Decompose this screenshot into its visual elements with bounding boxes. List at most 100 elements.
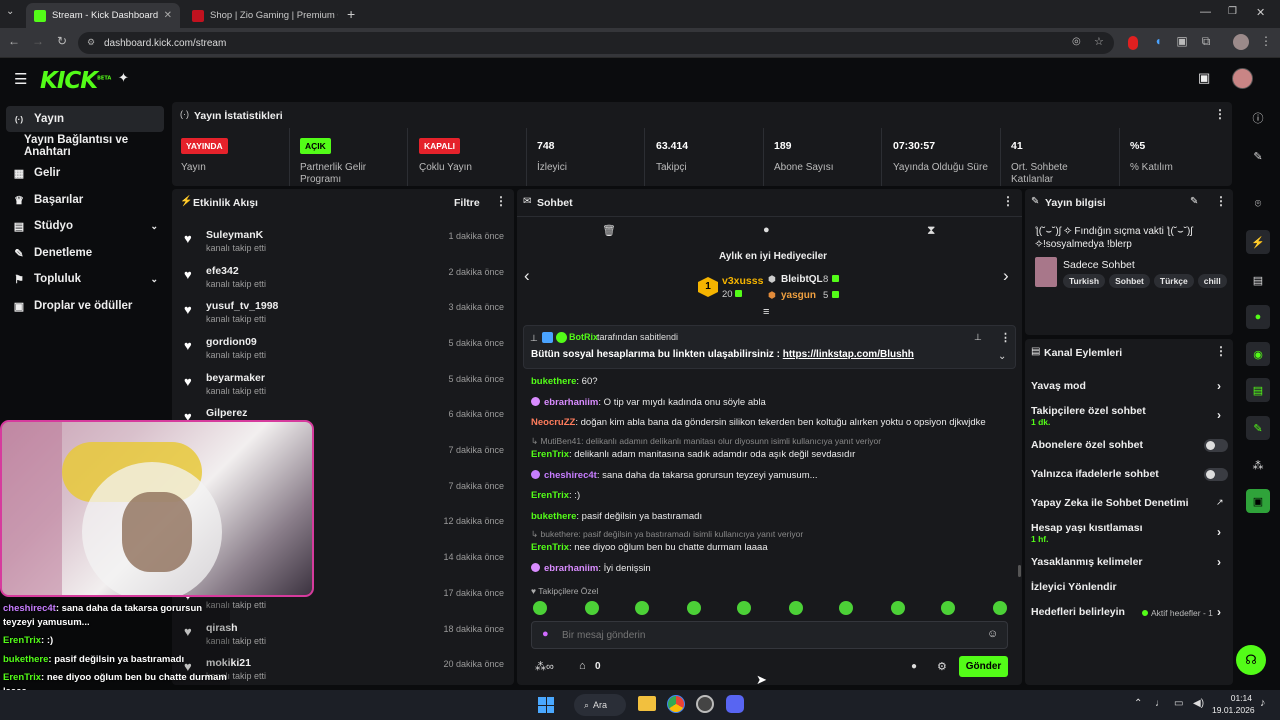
green-face-emote-icon[interactable] [533, 601, 547, 615]
actions-icon[interactable]: ▤ [1246, 378, 1270, 402]
chat-username[interactable]: ErenTrix [531, 542, 569, 553]
chevron-down-icon[interactable]: ⌄ [150, 274, 158, 285]
channel-action-item[interactable]: Abonelere özel sohbet [1031, 439, 1231, 451]
sidebar-item-denetleme[interactable]: ✎ Denetleme [6, 240, 164, 266]
extension-audio-icon[interactable]: ◖ [1150, 34, 1166, 48]
channel-action-item[interactable]: Takipçilere özel sohbet 1 dk. [1031, 405, 1231, 427]
channel-points-icon[interactable]: ⁂∞ [535, 660, 554, 673]
notification-bell-icon[interactable]: ♪ [1260, 697, 1266, 709]
tag-chip[interactable]: Türkçe [1153, 274, 1194, 288]
ball-emote-icon[interactable] [737, 601, 751, 615]
collapse-icon[interactable]: ≡ [763, 306, 769, 318]
category-thumbnail[interactable] [1035, 257, 1057, 287]
clock-time[interactable]: 01:14 [1212, 693, 1252, 703]
gifter-name[interactable]: v3xusss [722, 275, 763, 287]
trash-icon[interactable]: 🗑 [602, 224, 616, 237]
chat-username[interactable]: bukethere [531, 376, 576, 387]
sidebar-item-stream-key[interactable]: Yayın Bağlantısı ve Anahtarı [18, 133, 168, 159]
heart-eyes-emote-icon[interactable] [891, 601, 905, 615]
more-options-icon[interactable]: ⋮ [495, 194, 507, 208]
reload-icon[interactable]: ↻ [54, 34, 70, 48]
activity-item[interactable]: ♥ efe342 kanalı takip etti 2 dakika önce [180, 260, 510, 294]
tools-icon[interactable]: ✦ [118, 70, 129, 86]
emoji-icon[interactable]: ☺ [987, 628, 998, 640]
activity-item[interactable]: ♥ gordion09 kanalı takip etti 5 dakika önce [180, 331, 510, 365]
sleepy-emote-icon[interactable] [687, 601, 701, 615]
pinned-by-user[interactable]: BotRix [569, 332, 598, 342]
chevron-right-icon[interactable]: › [1217, 525, 1221, 539]
activity-item[interactable]: ♥ beyarmaker kanalı takip etti 5 dakika önc… [180, 367, 510, 401]
steam-icon[interactable] [696, 695, 714, 713]
wallet-icon[interactable]: ▣ [1198, 70, 1210, 86]
sidebar-item-gelir[interactable]: ▦ Gelir [6, 160, 164, 186]
maximize-icon[interactable]: ❐ [1228, 6, 1237, 17]
more-options-icon[interactable]: ⋮ [1214, 107, 1226, 121]
tag-chip[interactable]: Sohbet [1109, 274, 1150, 288]
bookmark-star-icon[interactable]: ☆ [1094, 35, 1104, 48]
address-bar[interactable]: ⚙ dashboard.kick.com/stream ◎ ☆ [78, 32, 1114, 54]
settings-gear-icon[interactable]: ⚙ [937, 660, 947, 673]
discord-icon[interactable] [726, 695, 744, 713]
chat-input-box[interactable]: ● ☺ [531, 621, 1008, 649]
wink-emote-icon[interactable] [941, 601, 955, 615]
pencil-icon[interactable]: ✎ [1246, 144, 1270, 168]
chat-scrollbar[interactable] [1018, 565, 1021, 577]
chat-username[interactable]: ErenTrix [531, 490, 569, 501]
volume-icon[interactable]: ◀) [1193, 698, 1204, 709]
follower-name[interactable]: gordion09 [206, 336, 257, 348]
chat-icon[interactable]: ● [1246, 305, 1270, 329]
chat-username[interactable]: cheshirec4t [544, 470, 597, 481]
chevron-right-icon[interactable]: › [1217, 605, 1221, 619]
chevron-right-icon[interactable]: › [1217, 408, 1221, 422]
chat-username[interactable]: ErenTrix [531, 449, 569, 460]
forward-icon[interactable]: → [30, 34, 46, 48]
chat-username[interactable]: ebrarhaniim [544, 563, 598, 574]
pinned-link[interactable]: https://linkstap.com/Blushh [783, 349, 914, 360]
document-icon[interactable]: ▤ [1246, 268, 1270, 292]
user-avatar[interactable] [1232, 68, 1253, 89]
tab-zio-shop[interactable]: Shop | Zio Gaming | Premium G ✕ [184, 3, 338, 28]
minimize-icon[interactable]: — [1200, 6, 1211, 18]
channel-action-item[interactable]: Yavaş mod [1031, 380, 1231, 392]
more-options-icon[interactable]: ⋮ [1002, 194, 1014, 208]
wrench-icon[interactable]: ✎ [1246, 416, 1270, 440]
game-icon[interactable]: ▣ [1246, 489, 1270, 513]
close-tab-icon[interactable]: ✕ [164, 10, 172, 21]
chat-message-input[interactable] [562, 627, 962, 643]
chevron-down-icon[interactable]: ⌄ [150, 221, 158, 232]
channel-action-item[interactable]: Hesap yaşı kısıtlaması 1 hf. [1031, 522, 1231, 544]
filter-button[interactable]: Filtre [454, 197, 480, 209]
channel-action-item[interactable]: Yasaklanmış kelimeler [1031, 556, 1231, 568]
profile-avatar[interactable] [1233, 34, 1249, 50]
lightning-icon[interactable]: ⚡ [1246, 230, 1270, 254]
windows-start-icon[interactable] [538, 697, 554, 713]
browser-menu-icon[interactable]: ⋮ [1258, 34, 1274, 48]
tray-chevron-icon[interactable]: ⌃ [1134, 698, 1142, 709]
more-options-icon[interactable]: ⋮ [1215, 194, 1227, 208]
tag-chip[interactable]: Turkish [1063, 274, 1106, 288]
eye-off-icon[interactable]: ◎ [1072, 36, 1081, 47]
broadcast-icon[interactable]: ◉ [1246, 342, 1270, 366]
back-icon[interactable]: ← [6, 34, 22, 48]
hourglass-icon[interactable]: ⧗ [927, 223, 935, 238]
unpin-icon[interactable]: ⊥ [974, 332, 982, 343]
chevron-right-icon[interactable]: › [1217, 555, 1221, 569]
microphone-icon[interactable]: ● [542, 628, 549, 640]
send-button[interactable]: Gönder [959, 656, 1008, 677]
soccer-ball-emote-icon[interactable] [635, 601, 649, 615]
sidebar-item-basarilar[interactable]: ♛ Başarılar [6, 187, 164, 213]
channel-action-item[interactable]: Yalnızca ifadelerle sohbet [1031, 468, 1231, 480]
gifter-name[interactable]: yasgun [781, 290, 816, 301]
tab-kick-dashboard[interactable]: Stream - Kick Dashboard ✕ [26, 3, 180, 28]
toggle-switch[interactable] [1204, 439, 1228, 452]
edit-pencil-icon[interactable]: ✎ [1190, 196, 1198, 207]
site-info-icon[interactable]: ⚙ [87, 37, 95, 48]
follower-name[interactable]: beyarmaker [206, 372, 265, 384]
microphone-icon[interactable]: ♩ [1155, 698, 1165, 709]
follower-name[interactable]: yusuf_tv_1998 [206, 300, 278, 312]
blob-emote-icon[interactable] [839, 601, 853, 615]
sidebar-item-yayin[interactable]: (·) Yayın [6, 106, 164, 132]
toggle-switch[interactable] [1204, 468, 1228, 481]
kick-logo[interactable]: KICKBETA [40, 68, 111, 94]
new-tab-button[interactable]: + [347, 6, 355, 22]
